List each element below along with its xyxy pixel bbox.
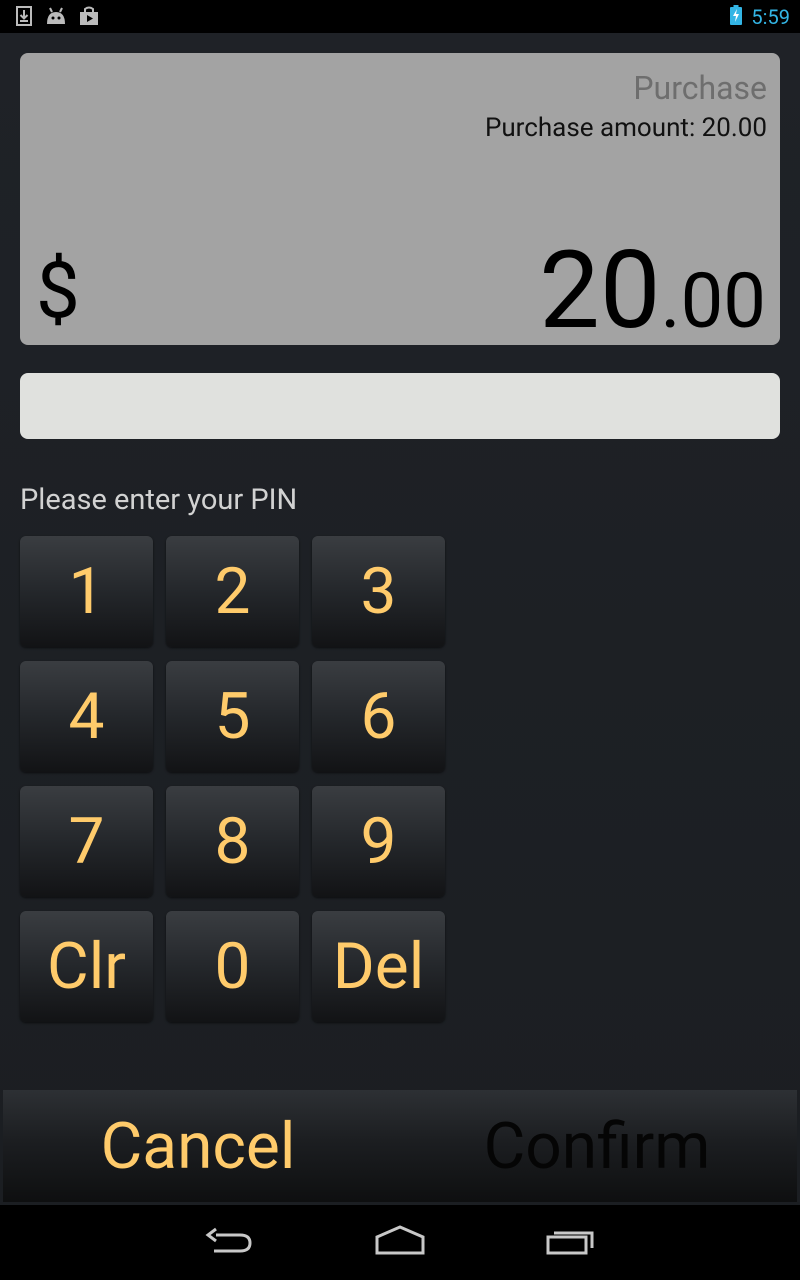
- keypad-8-button[interactable]: 8: [166, 786, 299, 897]
- battery-charging-icon: [730, 5, 742, 25]
- pin-prompt: Please enter your PIN: [20, 483, 298, 517]
- navigation-bar: [0, 1205, 800, 1280]
- keypad-3-button[interactable]: 3: [312, 536, 445, 647]
- status-bar: 5:59: [0, 0, 800, 33]
- keypad-4-button[interactable]: 4: [20, 661, 153, 772]
- transaction-type: Purchase: [633, 69, 767, 107]
- keypad-clear-button[interactable]: Clr: [20, 911, 153, 1022]
- amount-display: 20.00: [539, 237, 766, 345]
- payment-screen: Purchase Purchase amount: 20.00 $ 20.00 …: [0, 33, 800, 1205]
- back-icon[interactable]: [200, 1223, 260, 1263]
- amount-integer: 20: [539, 228, 661, 354]
- purchase-amount-label: Purchase amount: 20.00: [484, 113, 767, 143]
- confirm-button[interactable]: Confirm: [397, 1090, 797, 1202]
- keypad-9-button[interactable]: 9: [312, 786, 445, 897]
- keypad-0-button[interactable]: 0: [166, 911, 299, 1022]
- recent-apps-icon[interactable]: [542, 1223, 602, 1263]
- keypad-delete-button[interactable]: Del: [312, 911, 445, 1022]
- action-bar: Cancel Confirm: [3, 1090, 797, 1202]
- android-icon: [47, 7, 65, 24]
- amount-panel: Purchase Purchase amount: 20.00 $ 20.00: [20, 53, 780, 345]
- cancel-button[interactable]: Cancel: [3, 1090, 393, 1202]
- play-store-icon: [80, 6, 98, 25]
- pin-input-field[interactable]: [20, 373, 780, 439]
- download-icon: [16, 6, 32, 26]
- keypad-2-button[interactable]: 2: [166, 536, 299, 647]
- amount-fraction: .00: [660, 256, 766, 346]
- keypad-6-button[interactable]: 6: [312, 661, 445, 772]
- home-icon[interactable]: [370, 1223, 430, 1263]
- clock: 5:59: [751, 5, 790, 29]
- keypad-7-button[interactable]: 7: [20, 786, 153, 897]
- keypad-1-button[interactable]: 1: [20, 536, 153, 647]
- currency-symbol: $: [36, 246, 80, 337]
- keypad-5-button[interactable]: 5: [166, 661, 299, 772]
